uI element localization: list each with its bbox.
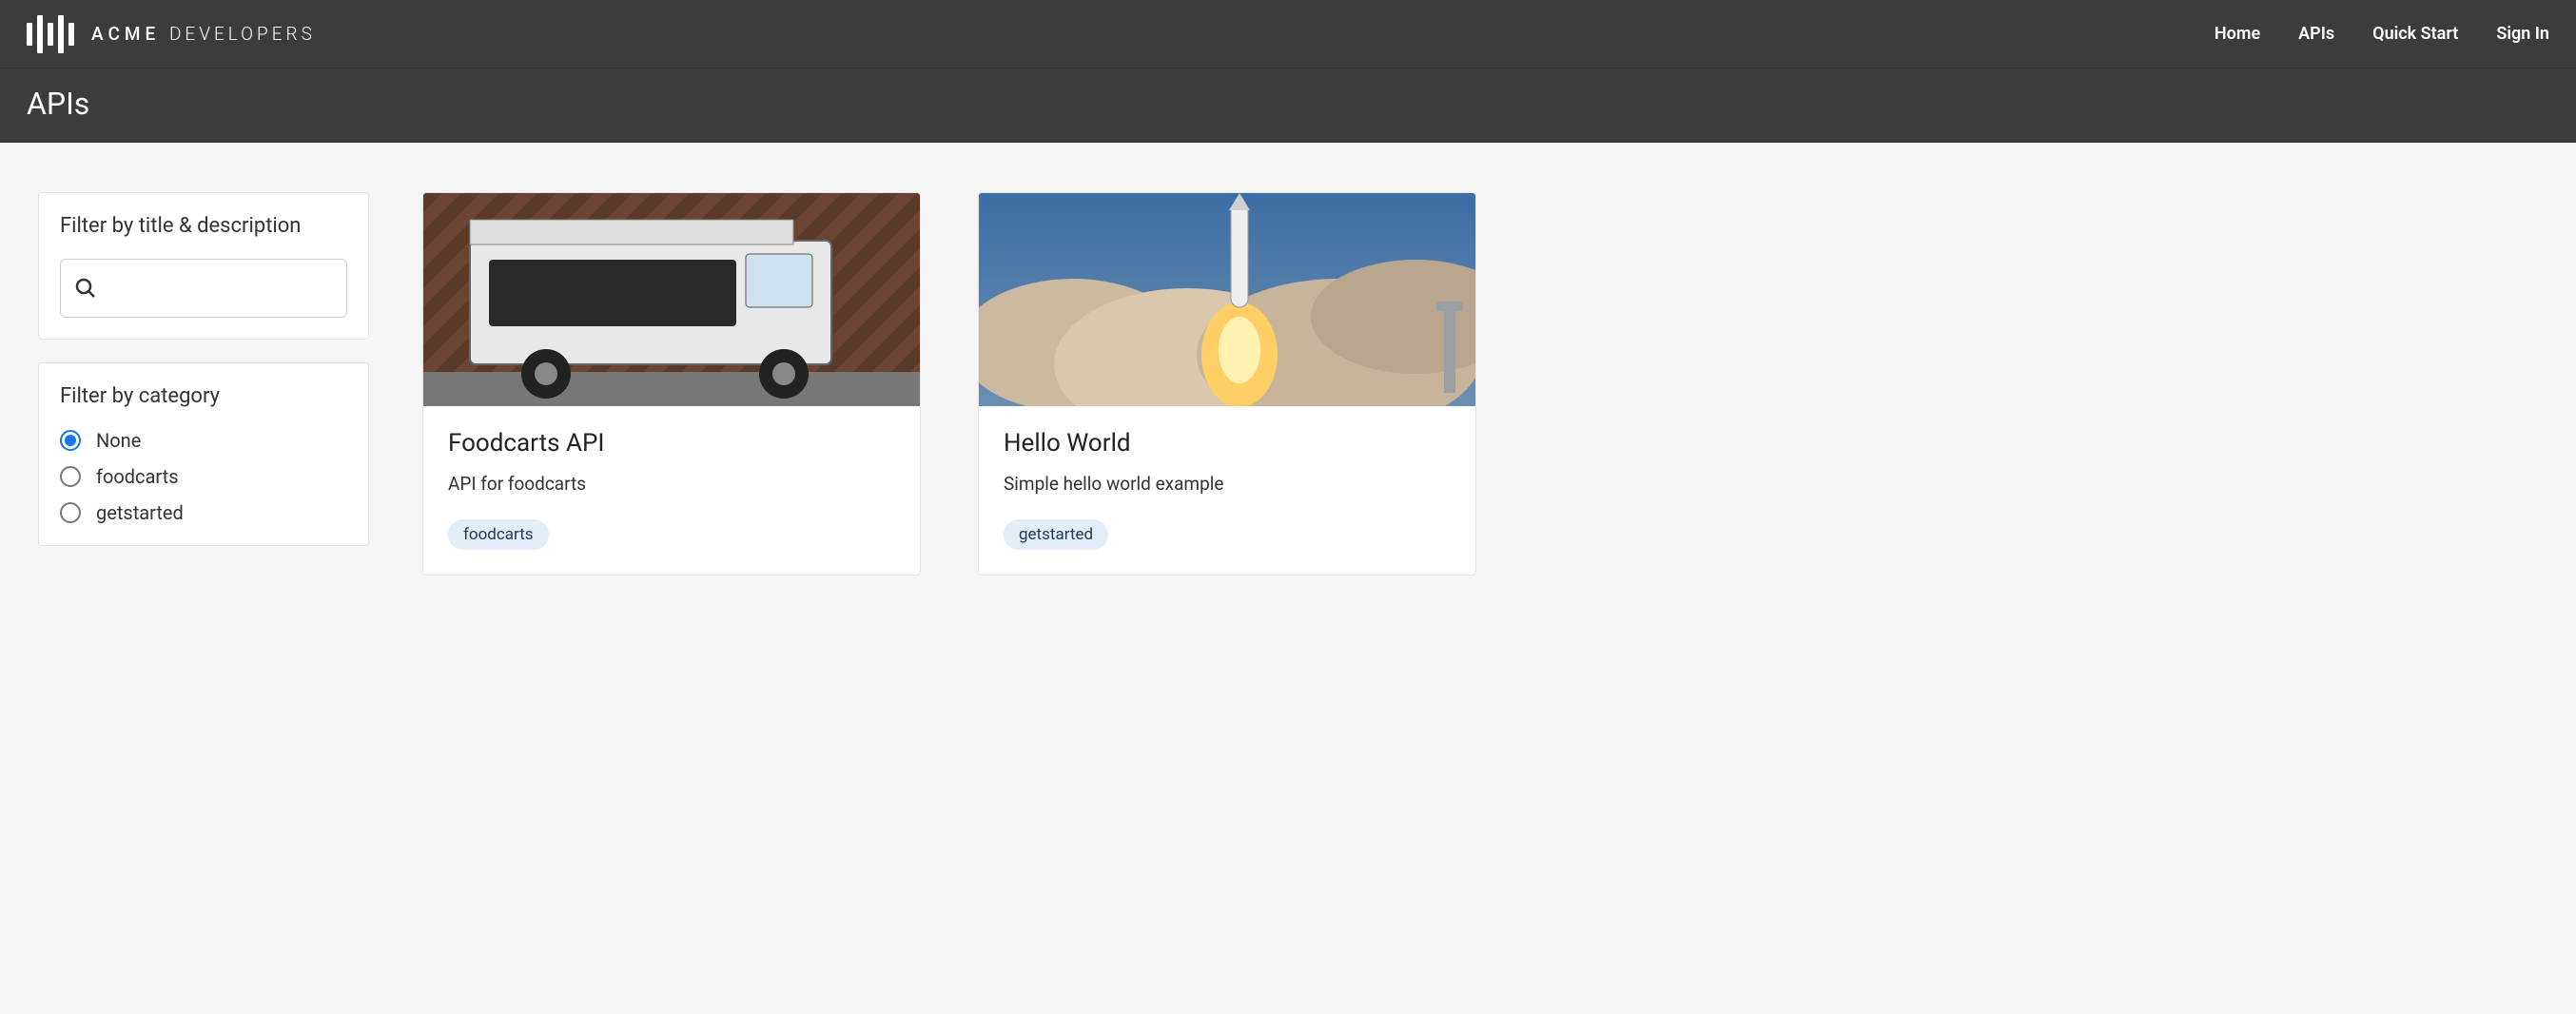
card-description: Simple hello world example — [1004, 473, 1451, 495]
nav-signin[interactable]: Sign In — [2496, 24, 2549, 44]
category-radio-list: None foodcarts getstarted — [60, 429, 347, 524]
category-radio-none[interactable]: None — [60, 429, 347, 452]
card-body: Hello World Simple hello world example g… — [979, 406, 1475, 575]
nav-quickstart[interactable]: Quick Start — [2372, 24, 2458, 44]
filter-category-panel: Filter by category None foodcarts getsta… — [38, 362, 369, 546]
card-title: Foodcarts API — [448, 429, 895, 458]
search-input[interactable] — [107, 279, 333, 299]
radio-icon — [60, 430, 81, 451]
filter-category-title: Filter by category — [60, 384, 347, 408]
radio-label: foodcarts — [96, 465, 179, 488]
tag-chip[interactable]: getstarted — [1004, 519, 1108, 550]
search-field-wrap[interactable] — [60, 259, 347, 318]
card-body: Foodcarts API API for foodcarts foodcart… — [423, 406, 920, 575]
card-image — [979, 193, 1475, 406]
card-tags: foodcarts — [448, 519, 895, 550]
brand-acme: ACME — [91, 23, 160, 45]
filter-text-panel: Filter by title & description — [38, 192, 369, 340]
header-sub-bar: APIs — [0, 68, 2576, 143]
card-image — [423, 193, 920, 406]
filter-text-title: Filter by title & description — [60, 214, 347, 238]
radio-label: None — [96, 429, 141, 452]
brand-developers: DEVELOPERS — [169, 23, 316, 45]
search-icon — [74, 277, 97, 300]
radio-label: getstarted — [96, 501, 184, 524]
brand-text: ACME DEVELOPERS — [91, 23, 316, 45]
category-radio-foodcarts[interactable]: foodcarts — [60, 465, 347, 488]
header-top-bar: ACME DEVELOPERS Home APIs Quick Start Si… — [0, 0, 2576, 68]
card-title: Hello World — [1004, 429, 1451, 458]
main-content: Filter by title & description Filter by … — [0, 143, 2576, 625]
nav-apis[interactable]: APIs — [2298, 24, 2334, 44]
filter-sidebar: Filter by title & description Filter by … — [38, 192, 369, 546]
nav-home[interactable]: Home — [2215, 24, 2260, 44]
api-card-helloworld[interactable]: Hello World Simple hello world example g… — [978, 192, 1476, 575]
api-card-foodcarts[interactable]: Foodcarts API API for foodcarts foodcart… — [422, 192, 921, 575]
api-card-grid: Foodcarts API API for foodcarts foodcart… — [422, 192, 2538, 575]
top-nav: Home APIs Quick Start Sign In — [2215, 24, 2549, 44]
page-title: APIs — [27, 86, 2549, 122]
brand-logo[interactable]: ACME DEVELOPERS — [27, 15, 316, 53]
category-radio-getstarted[interactable]: getstarted — [60, 501, 347, 524]
card-description: API for foodcarts — [448, 473, 895, 495]
card-tags: getstarted — [1004, 519, 1451, 550]
radio-icon — [60, 502, 81, 523]
radio-icon — [60, 466, 81, 487]
logo-bars-icon — [27, 15, 74, 53]
tag-chip[interactable]: foodcarts — [448, 519, 549, 550]
